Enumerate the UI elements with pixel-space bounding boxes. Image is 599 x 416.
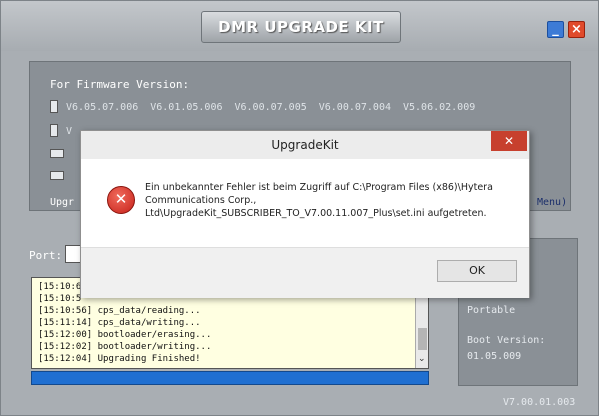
firmware-row-1: V6.05.07.006 V6.01.05.006 V6.00.07.005 V6.0…	[50, 100, 487, 113]
log-line: [15:12:00] bootloader/erasing...	[38, 330, 212, 340]
firmware-version: V6.05.07.006	[66, 101, 139, 113]
title-bar: DMR UPGRADE KIT _ ×	[1, 1, 598, 51]
firmware-row-4	[50, 170, 72, 181]
firmware-version: V6.00.07.004	[318, 101, 391, 113]
log-line: [15:10:56] cps_data/reading...	[38, 306, 201, 316]
app-version: V7.00.01.003	[503, 397, 576, 408]
log-line: [15:11:14] cps_data/writing...	[38, 318, 201, 328]
firmware-row-2: V	[50, 124, 84, 137]
dialog-title: UpgradeKit	[271, 138, 339, 152]
upgrade-label: Upgr	[50, 197, 75, 208]
firmware-label: For Firmware Version:	[50, 78, 190, 91]
log-line: [15:12:04] Upgrading Finished!	[38, 354, 201, 364]
app-title: DMR UPGRADE KIT	[201, 11, 401, 43]
firmware-row-3	[50, 148, 72, 159]
device-type: Portable	[467, 305, 516, 316]
log-line: [15:10:6	[38, 282, 82, 292]
menu-link[interactable]: Menu)	[537, 197, 567, 208]
error-icon: ✕	[107, 186, 135, 214]
radio-device-icon	[50, 100, 58, 113]
boot-version-value: 01.05.009	[467, 351, 522, 362]
boot-version-label: Boot Version:	[467, 335, 546, 346]
mobile-device-icon	[50, 148, 64, 158]
firmware-version: V6.01.05.006	[150, 101, 223, 113]
dialog-footer: OK	[81, 247, 529, 298]
log-line: [15:10:5	[38, 294, 82, 304]
dialog-close-button[interactable]: ✕	[491, 131, 527, 151]
log-scroll-thumb[interactable]	[418, 328, 427, 350]
port-label: Port:	[29, 249, 63, 262]
firmware-version: V6.00.07.005	[234, 101, 307, 113]
radio-device-icon	[50, 124, 58, 137]
close-button[interactable]: ×	[568, 21, 585, 38]
upgrade-progress-bar	[31, 371, 429, 385]
dialog-message: Ein unbekannter Fehler ist beim Zugriff …	[145, 182, 493, 219]
error-dialog: UpgradeKit ✕ ✕ Ein unbekannter Fehler is…	[80, 130, 530, 298]
scroll-down-icon[interactable]: ⌄	[418, 354, 426, 364]
minimize-button[interactable]: _	[547, 21, 564, 38]
dialog-title-bar: UpgradeKit ✕	[81, 131, 529, 159]
log-line: [15:12:02] bootloader/writing...	[38, 342, 212, 352]
mobile-device-icon	[50, 170, 64, 180]
ok-button[interactable]: OK	[437, 260, 517, 282]
firmware-version: V5.06.02.009	[403, 101, 476, 113]
firmware-version: V	[66, 125, 73, 137]
